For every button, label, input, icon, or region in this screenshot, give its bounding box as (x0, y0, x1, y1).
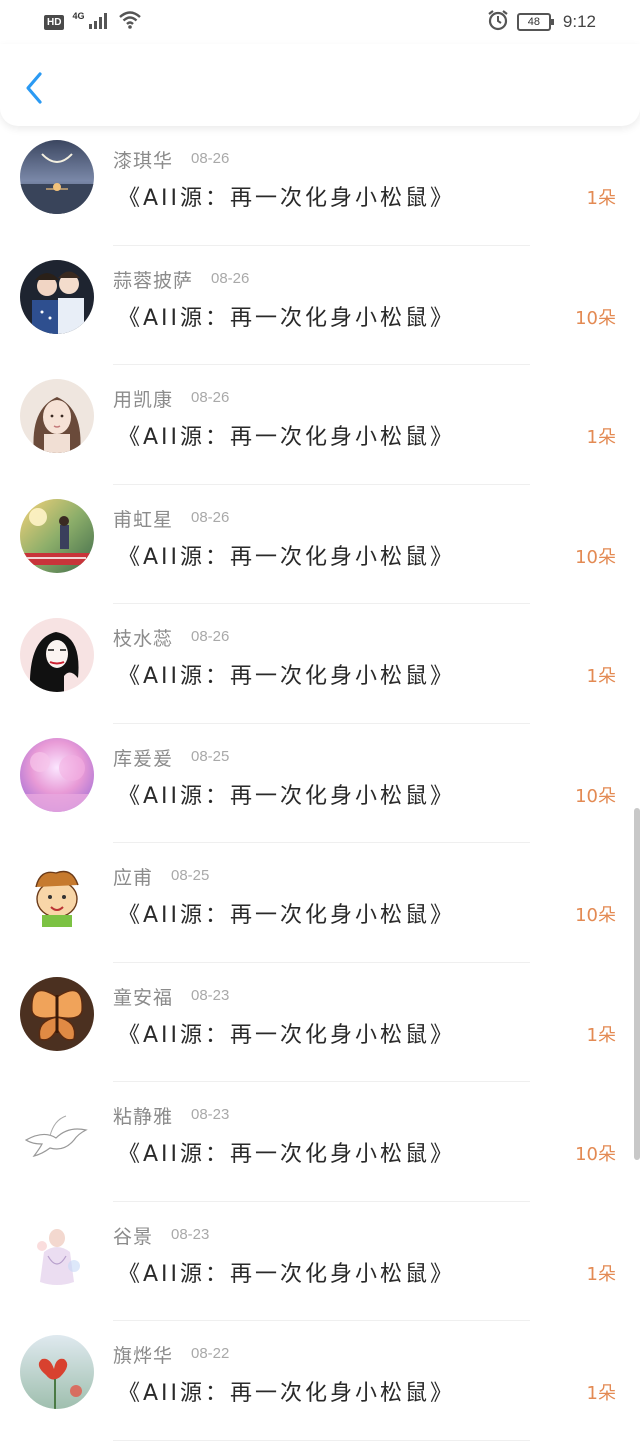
avatar[interactable] (20, 737, 94, 812)
sender-name[interactable]: 甫虹星 (113, 505, 173, 532)
signal-icon (88, 11, 110, 34)
sender-name[interactable]: 枝水蕊 (113, 624, 173, 651)
gift-record-list: 漆琪华 08-26 《AII源：再一次化身小松鼠》 1朵 蒜蓉披萨 08-26 《AII源… (0, 126, 640, 1441)
list-item[interactable]: 粘静雅 08-23 《AII源：再一次化身小松鼠》 10朵 (0, 1082, 640, 1202)
book-title[interactable]: 《AII源：再一次化身小松鼠》 (118, 539, 455, 571)
gift-date: 08-25 (191, 747, 230, 765)
battery-indicator: 48 (516, 13, 554, 31)
avatar[interactable] (20, 618, 94, 692)
gift-date: 08-26 (211, 269, 250, 287)
flower-count: 1朵 (586, 188, 616, 209)
avatar-image (20, 857, 94, 931)
alarm-clock-icon (487, 9, 509, 36)
list-item[interactable]: 旗烨华 08-22 《AII源：再一次化身小松鼠》 1朵 (0, 1321, 640, 1441)
avatar-image (20, 1096, 94, 1170)
list-item[interactable]: 库爰爰 08-25 《AII源：再一次化身小松鼠》 10朵 (0, 724, 640, 843)
flower-count: 10朵 (575, 1144, 616, 1165)
gift-date: 08-23 (171, 1225, 210, 1243)
flower-count: 10朵 (575, 905, 616, 926)
avatar-image (20, 1335, 94, 1409)
avatar-image (20, 498, 94, 573)
gift-date: 08-22 (191, 1345, 230, 1362)
flower-count: 1朵 (586, 1383, 616, 1404)
gift-date: 08-26 (191, 508, 230, 526)
avatar[interactable] (20, 140, 94, 214)
gift-date: 08-25 (171, 867, 210, 884)
list-item[interactable]: 枝水蕊 08-26 《AII源：再一次化身小松鼠》 1朵 (0, 604, 640, 724)
avatar-image (20, 259, 94, 334)
list-item[interactable]: 蒜蓉披萨 08-26 《AII源：再一次化身小松鼠》 10朵 (0, 246, 640, 365)
list-item[interactable]: 甫虹星 08-26 《AII源：再一次化身小松鼠》 10朵 (0, 485, 640, 604)
flower-count: 1朵 (586, 427, 616, 448)
hd-badge: HD (44, 14, 65, 30)
avatar-image (20, 1215, 94, 1290)
gift-date: 08-23 (191, 1106, 230, 1123)
sender-name[interactable]: 蒜蓉披萨 (113, 266, 193, 293)
list-item[interactable]: 童安福 08-23 《AII源：再一次化身小松鼠》 1朵 (0, 963, 640, 1082)
back-button[interactable] (18, 70, 50, 110)
flower-count: 1朵 (586, 666, 616, 687)
avatar[interactable] (20, 1215, 94, 1290)
sender-name[interactable]: 用凯康 (113, 385, 173, 412)
list-item[interactable]: 谷景 08-23 《AII源：再一次化身小松鼠》 1朵 (0, 1202, 640, 1321)
list-item[interactable]: 用凯康 08-26 《AII源：再一次化身小松鼠》 1朵 (0, 365, 640, 485)
book-title[interactable]: 《AII源：再一次化身小松鼠》 (118, 658, 455, 690)
avatar[interactable] (20, 1335, 94, 1409)
avatar-image (20, 379, 94, 453)
sender-name[interactable]: 童安福 (113, 983, 173, 1010)
avatar-image (20, 618, 94, 692)
wifi-icon (118, 10, 142, 35)
chevron-left-icon (24, 71, 44, 109)
flower-count: 10朵 (575, 546, 616, 568)
book-title[interactable]: 《AII源：再一次化身小松鼠》 (118, 778, 455, 810)
network-type-label: 4G (72, 11, 85, 21)
book-title[interactable]: 《AII源：再一次化身小松鼠》 (118, 180, 455, 212)
avatar-image (20, 976, 94, 1051)
sender-name[interactable]: 库爰爰 (113, 744, 173, 771)
book-title[interactable]: 《AII源：再一次化身小松鼠》 (118, 1256, 455, 1288)
row-divider (113, 1439, 530, 1441)
flower-count: 10朵 (575, 785, 616, 807)
clock: 9:12 (562, 12, 596, 31)
gift-date: 08-26 (191, 150, 230, 167)
scrollbar[interactable] (634, 808, 640, 1160)
book-title[interactable]: 《AII源：再一次化身小松鼠》 (118, 419, 455, 451)
list-item[interactable]: 漆琪华 08-26 《AII源：再一次化身小松鼠》 1朵 (0, 126, 640, 246)
avatar-image (20, 737, 94, 812)
flower-count: 1朵 (586, 1024, 616, 1046)
status-right: 48 9:12 (487, 9, 596, 36)
gift-date: 08-23 (191, 986, 230, 1004)
battery-level: 48 (527, 16, 541, 28)
sender-name[interactable]: 漆琪华 (113, 146, 173, 173)
gift-date: 08-26 (191, 389, 230, 406)
flower-count: 10朵 (575, 307, 616, 329)
avatar[interactable] (20, 259, 94, 334)
avatar[interactable] (20, 498, 94, 573)
avatar[interactable] (20, 857, 94, 931)
header-bar (0, 44, 640, 126)
book-title[interactable]: 《AII源：再一次化身小松鼠》 (118, 897, 455, 929)
status-left: HD 4G (44, 10, 142, 35)
sender-name[interactable]: 谷景 (113, 1222, 153, 1249)
flower-count: 1朵 (586, 1263, 616, 1285)
sender-name[interactable]: 旗烨华 (113, 1341, 173, 1368)
list-item[interactable]: 应甫 08-25 《AII源：再一次化身小松鼠》 10朵 (0, 843, 640, 963)
avatar-image (20, 140, 94, 214)
avatar[interactable] (20, 976, 94, 1051)
avatar[interactable] (20, 1096, 94, 1170)
book-title[interactable]: 《AII源：再一次化身小松鼠》 (118, 1375, 455, 1407)
gift-date: 08-26 (191, 628, 230, 645)
sender-name[interactable]: 应甫 (113, 863, 153, 890)
sender-name[interactable]: 粘静雅 (113, 1102, 173, 1129)
book-title[interactable]: 《AII源：再一次化身小松鼠》 (118, 1136, 455, 1168)
book-title[interactable]: 《AII源：再一次化身小松鼠》 (118, 1017, 455, 1049)
avatar[interactable] (20, 379, 94, 453)
book-title[interactable]: 《AII源：再一次化身小松鼠》 (118, 300, 455, 332)
status-bar: HD 4G 48 9:12 (0, 0, 640, 44)
